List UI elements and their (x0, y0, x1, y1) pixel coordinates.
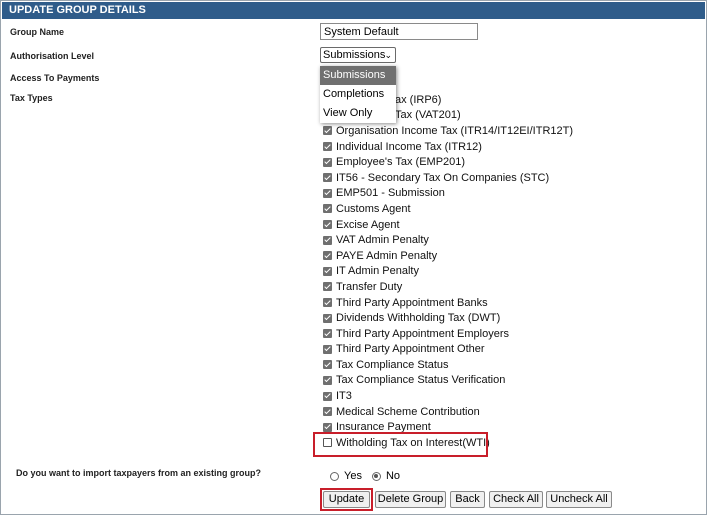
import-question: Do you want to import taxpayers from an … (16, 468, 262, 478)
tax-type-item[interactable]: PAYE Admin Penalty (323, 248, 573, 264)
authorisation-level-dropdown: Submissions Completions View Only (320, 66, 396, 123)
radio-no[interactable] (371, 471, 381, 481)
tax-type-label: Third Party Appointment Employers (336, 327, 510, 340)
tax-type-label: Tax Compliance Status Verification (336, 374, 506, 387)
tax-type-item[interactable]: Dividends Withholding Tax (DWT) (323, 310, 573, 326)
dropdown-option-completions[interactable]: Completions (320, 85, 396, 104)
tax-type-label: VAT Admin Penalty (336, 234, 429, 247)
wti-highlight-box (313, 432, 488, 457)
tax-type-checkbox[interactable] (323, 204, 332, 214)
chevron-down-icon: ⌄ (384, 50, 392, 60)
tax-type-checkbox[interactable] (323, 344, 332, 354)
radio-yes[interactable] (330, 471, 339, 481)
tax-type-label: Customs Agent (336, 202, 411, 215)
tax-type-label: Excise Agent (336, 218, 400, 231)
dropdown-option-view-only[interactable]: View Only (320, 104, 396, 123)
tax-type-label: IT56 - Secondary Tax On Companies (STC) (336, 171, 550, 184)
tax-type-item[interactable]: Excise Agent (323, 217, 573, 233)
radio-yes-label: Yes (344, 470, 362, 482)
tax-type-checkbox[interactable] (323, 126, 332, 136)
tax-type-label: PAYE Admin Penalty (336, 249, 438, 262)
tax-type-item[interactable]: Tax Compliance Status (323, 357, 573, 373)
uncheck-all-button[interactable]: Uncheck All (546, 491, 612, 508)
tax-type-label: Tax Compliance Status (336, 358, 449, 371)
tax-type-label: IT3 (336, 390, 352, 403)
authorisation-level-label: Authorisation Level (10, 51, 95, 61)
tax-type-item[interactable]: IT Admin Penalty (323, 264, 573, 280)
tax-type-item[interactable]: VAT Admin Penalty (323, 232, 573, 248)
tax-type-checkbox[interactable] (323, 142, 332, 152)
tax-type-checkbox[interactable] (323, 375, 332, 385)
tax-type-checkbox[interactable] (323, 360, 332, 370)
tax-type-item[interactable]: Third Party Appointment Other (323, 342, 573, 358)
tax-type-label: Organisation Income Tax (ITR14/IT12EI/IT… (336, 124, 573, 137)
tax-type-checkbox[interactable] (323, 422, 332, 432)
tax-type-item[interactable]: Medical Scheme Contribution (323, 404, 573, 420)
tax-type-checkbox[interactable] (323, 391, 332, 401)
tax-type-checkbox[interactable] (323, 298, 332, 308)
tax-type-label: IT Admin Penalty (336, 265, 419, 278)
tax-type-item[interactable]: IT3 (323, 388, 573, 404)
tax-type-item[interactable]: Third Party Appointment Banks (323, 295, 573, 311)
tax-type-item[interactable]: Organisation Income Tax (ITR14/IT12EI/IT… (323, 123, 573, 139)
tax-type-item[interactable]: Tax Compliance Status Verification (323, 373, 573, 389)
tax-type-checkbox[interactable] (323, 407, 332, 417)
tax-types-list: ax (IRP6) Tax (VAT201) Organisation Income… (323, 92, 573, 451)
tax-type-checkbox[interactable] (323, 251, 332, 261)
tax-type-checkbox[interactable] (323, 329, 332, 339)
page-title: UPDATE GROUP DETAILS (2, 2, 705, 19)
tax-type-item[interactable]: Transfer Duty (323, 279, 573, 295)
tax-type-checkbox[interactable] (323, 173, 332, 183)
tax-type-label: Medical Scheme Contribution (336, 405, 480, 418)
tax-type-checkbox[interactable] (323, 188, 332, 198)
tax-type-checkbox[interactable] (323, 282, 332, 292)
tax-type-label: Individual Income Tax (ITR12) (336, 140, 482, 153)
check-all-button[interactable]: Check All (489, 491, 543, 508)
tax-type-item[interactable]: Third Party Appointment Employers (323, 326, 573, 342)
tax-type-label: Dividends Withholding Tax (DWT) (336, 312, 501, 325)
dropdown-option-submissions[interactable]: Submissions (320, 66, 396, 85)
tax-type-label: Employee's Tax (EMP201) (336, 156, 466, 169)
tax-type-label: Third Party Appointment Other (336, 343, 485, 356)
tax-types-label: Tax Types (10, 93, 53, 103)
tax-type-item[interactable]: Employee's Tax (EMP201) (323, 154, 573, 170)
tax-type-checkbox[interactable] (323, 235, 332, 245)
tax-type-item[interactable]: Individual Income Tax (ITR12) (323, 139, 573, 155)
tax-type-label: Tax (VAT201) (395, 109, 461, 122)
tax-type-item[interactable]: IT56 - Secondary Tax On Companies (STC) (323, 170, 573, 186)
delete-group-button[interactable]: Delete Group (375, 491, 446, 508)
access-to-payments-label: Access To Payments (10, 73, 100, 83)
tax-type-item[interactable]: EMP501 - Submission (323, 186, 573, 202)
group-name-label: Group Name (10, 27, 65, 37)
radio-no-label: No (385, 470, 401, 482)
tax-type-label: ax (IRP6) (395, 93, 442, 106)
authorisation-level-value: Submissions (323, 49, 386, 61)
tax-type-label: Transfer Duty (336, 280, 403, 293)
tax-type-label: Third Party Appointment Banks (336, 296, 488, 309)
update-highlight-box (320, 488, 373, 511)
tax-type-checkbox[interactable] (323, 266, 332, 276)
back-button[interactable]: Back (450, 491, 485, 508)
tax-type-checkbox[interactable] (323, 220, 332, 230)
import-radio-group: Yes No (330, 470, 400, 482)
tax-type-checkbox[interactable] (323, 157, 332, 167)
authorisation-level-select[interactable]: Submissions ⌄ (320, 47, 396, 63)
tax-type-checkbox[interactable] (323, 313, 332, 323)
group-name-input[interactable] (320, 23, 478, 40)
tax-type-label: EMP501 - Submission (336, 187, 445, 200)
tax-type-item[interactable]: Customs Agent (323, 201, 573, 217)
